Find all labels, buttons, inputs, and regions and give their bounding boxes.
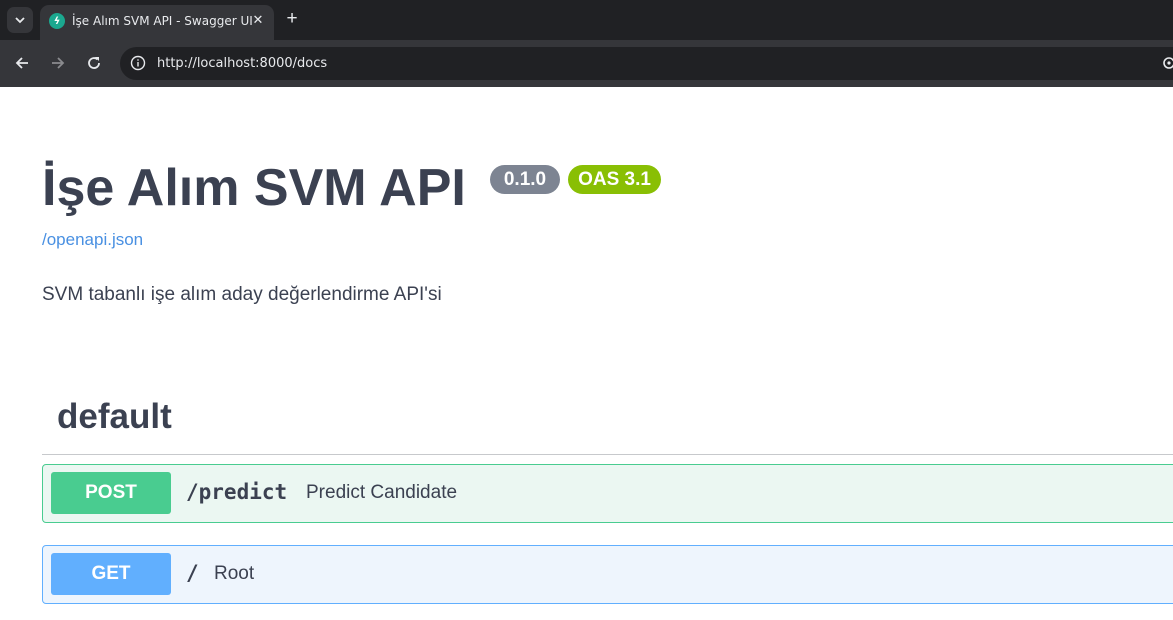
operation-summary: Predict Candidate [306,482,458,503]
close-tab-button[interactable]: ✕ [249,11,267,29]
operation-get-root[interactable]: GET / Root [42,545,1173,604]
operation-post-predict[interactable]: POST /predict Predict Candidate [42,464,1173,523]
arrow-right-icon [52,57,65,69]
address-bar[interactable]: http://localhost:8000/docs [120,47,1173,80]
operation-path: /predict [186,480,288,504]
browser-tab-active[interactable]: ϟ İşe Alım SVM API - Swagger UI ✕ [40,5,274,40]
plus-icon: + [286,8,298,29]
new-tab-button[interactable]: + [282,9,302,29]
tag-section-header[interactable]: default [57,397,172,437]
method-badge: GET [51,553,171,595]
forward-button[interactable] [46,51,70,75]
fastapi-logo-icon: ϟ [49,13,65,29]
close-icon: ✕ [252,12,264,27]
section-divider [42,454,1173,455]
reload-button[interactable] [82,51,106,75]
back-button[interactable] [10,51,34,75]
operation-summary: Root [214,563,255,584]
chevron-down-icon [15,17,25,24]
arrow-left-icon [15,57,28,69]
oas-badge: OAS 3.1 [568,165,661,194]
browser-tab-bar: ϟ İşe Alım SVM API - Swagger UI ✕ + [0,0,1173,40]
info-icon[interactable] [130,55,146,71]
browser-toolbar: http://localhost:8000/docs [0,40,1173,87]
tab-search-button[interactable] [7,7,33,33]
url-text: http://localhost:8000/docs [157,56,328,71]
method-badge: POST [51,472,171,514]
version-badge: 0.1.0 [490,165,560,194]
operation-path: / [186,561,199,585]
tab-title: İşe Alım SVM API - Swagger UI [72,14,253,28]
openapi-json-link[interactable]: /openapi.json [42,230,143,250]
zoom-icon[interactable] [1161,55,1173,71]
reload-icon [88,57,100,69]
api-title: İşe Alım SVM API [42,159,466,217]
api-description: SVM tabanlı işe alım aday değerlendirme … [42,284,442,305]
